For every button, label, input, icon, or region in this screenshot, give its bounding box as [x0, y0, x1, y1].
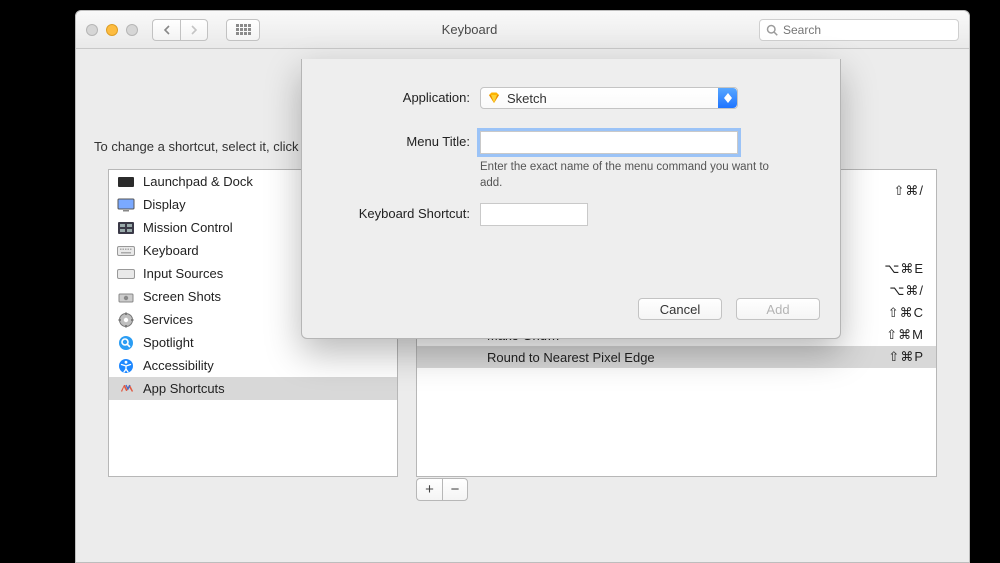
- shortcut-label: Round to Nearest Pixel Edge: [487, 350, 655, 365]
- shortcut-row[interactable]: Round to Nearest Pixel Edge ⇧⌘P: [417, 346, 936, 368]
- sidebar-item-label: Keyboard: [143, 243, 199, 258]
- search-field[interactable]: [759, 19, 959, 41]
- add-remove-buttons: + −: [416, 478, 468, 501]
- shortcut-key: ⇧⌘/: [893, 183, 924, 199]
- application-label: Application:: [302, 87, 480, 105]
- sidebar-item-label: Mission Control: [143, 220, 233, 235]
- cancel-button[interactable]: Cancel: [638, 298, 722, 320]
- window-title: Keyboard: [190, 22, 749, 37]
- display-icon: [117, 198, 135, 212]
- sidebar-item-label: Spotlight: [143, 335, 194, 350]
- app-shortcuts-icon: [117, 382, 135, 396]
- shortcut-key: ⇧⌘M: [886, 327, 924, 343]
- titlebar: Keyboard: [76, 11, 969, 49]
- keyboard-shortcut-label: Keyboard Shortcut:: [302, 203, 480, 221]
- launchpad-icon: [117, 175, 135, 189]
- accessibility-icon: [117, 359, 135, 373]
- spotlight-icon: [117, 336, 135, 350]
- keyboard-icon: [117, 244, 135, 258]
- keyboard-shortcut-input[interactable]: [480, 203, 588, 226]
- sidebar-item-accessibility[interactable]: Accessibility: [109, 354, 397, 377]
- application-value: Sketch: [507, 91, 547, 106]
- remove-shortcut-button[interactable]: −: [442, 478, 468, 501]
- add-shortcut-button[interactable]: +: [416, 478, 442, 501]
- sketch-icon: [487, 91, 501, 105]
- sidebar-item-label: Input Sources: [143, 266, 223, 281]
- menu-title-label: Menu Title:: [302, 131, 480, 149]
- sidebar-item-label: Accessibility: [143, 358, 214, 373]
- sidebar-item-label: Display: [143, 197, 186, 212]
- sidebar-item-app-shortcuts[interactable]: App Shortcuts: [109, 377, 397, 400]
- input-sources-icon: [117, 267, 135, 281]
- sidebar-item-label: Services: [143, 312, 193, 327]
- search-icon: [766, 24, 778, 36]
- menu-title-hint: Enter the exact name of the menu command…: [480, 160, 780, 191]
- screenshots-icon: [117, 290, 135, 304]
- minimize-window-button[interactable]: [106, 24, 118, 36]
- shortcut-key: ⌥⌘E: [884, 261, 924, 277]
- zoom-window-button[interactable]: [126, 24, 138, 36]
- shortcut-key: ⌥⌘/: [889, 283, 924, 299]
- add-shortcut-sheet: Application: Sketch Menu Title: Enter th…: [301, 59, 841, 339]
- back-button[interactable]: [152, 19, 180, 41]
- select-arrows-icon: [718, 88, 737, 108]
- services-icon: [117, 313, 135, 327]
- add-button[interactable]: Add: [736, 298, 820, 320]
- shortcut-key: ⇧⌘C: [888, 305, 924, 321]
- close-window-button[interactable]: [86, 24, 98, 36]
- window-controls: [86, 24, 138, 36]
- sidebar-item-label: Launchpad & Dock: [143, 174, 253, 189]
- mission-control-icon: [117, 221, 135, 235]
- application-select[interactable]: Sketch: [480, 87, 738, 109]
- preferences-window: Keyboard To change a shortcut, select it…: [75, 10, 970, 563]
- search-input[interactable]: [783, 23, 952, 37]
- menu-title-input[interactable]: [480, 131, 738, 154]
- shortcut-key: ⇧⌘P: [888, 349, 924, 365]
- sidebar-item-label: Screen Shots: [143, 289, 221, 304]
- sidebar-item-label: App Shortcuts: [143, 381, 225, 396]
